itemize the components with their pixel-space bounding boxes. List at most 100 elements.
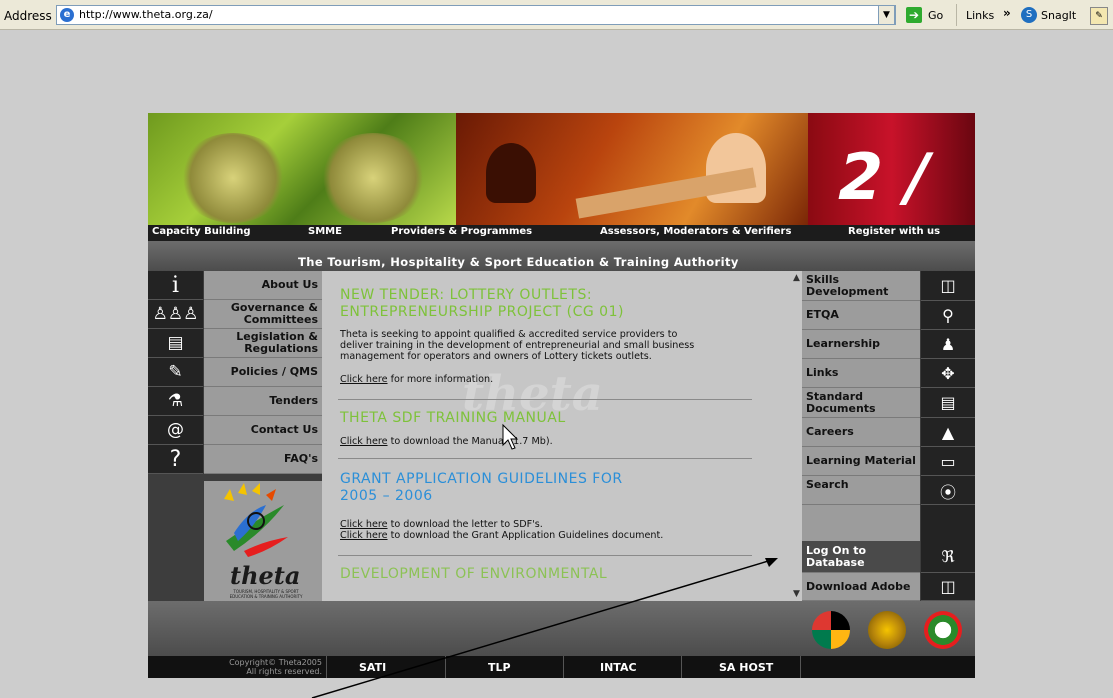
footer-link-sa-host[interactable]: SA HOST — [719, 661, 773, 674]
left-nav-policies[interactable]: ✎ Policies / QMS — [148, 358, 322, 387]
proudly-sa-icon[interactable] — [924, 611, 962, 649]
article-body: management for operators and owners of L… — [340, 351, 652, 362]
right-nav-download-adobe[interactable]: Download Adobe ◫ — [802, 573, 975, 601]
right-nav-skills-development[interactable]: Skills Development ◫ — [802, 271, 975, 301]
article-link-line: Click here to download the Manual (1.7 M… — [340, 436, 553, 447]
document-icon: ▤ — [921, 388, 975, 418]
right-nav-label: ETQA — [802, 301, 920, 330]
left-nav-about-us[interactable]: i About Us — [148, 271, 322, 300]
click-here-link[interactable]: Click here — [340, 519, 388, 530]
site-subtitle-bar: The Tourism, Hospitality & Sport Educati… — [148, 241, 975, 271]
article-body: deliver training in the development of e… — [340, 340, 695, 351]
left-nav-tenders[interactable]: ⚗ Tenders — [148, 387, 322, 416]
address-dropdown-icon[interactable]: ▼ — [878, 5, 895, 25]
left-nav-label: About Us — [204, 271, 322, 300]
right-nav-learnership[interactable]: Learnership ♟ — [802, 330, 975, 359]
address-url[interactable]: http://www.theta.org.za/ — [79, 8, 213, 21]
left-nav-label: Governance & Committees — [204, 300, 322, 329]
top-nav: Capacity Building SMME Providers & Progr… — [148, 225, 975, 241]
right-nav-standard-documents[interactable]: Standard Documents ▤ — [802, 388, 975, 418]
left-nav-legislation[interactable]: ▤ Legislation & Regulations — [148, 329, 322, 358]
address-label: Address — [4, 9, 52, 23]
footer-link-intac[interactable]: INTAC — [600, 661, 637, 674]
policy-icon: ✎ — [148, 358, 203, 387]
footer-divider — [681, 656, 682, 678]
topnav-smme[interactable]: SMME — [308, 226, 342, 237]
scroll-down-icon[interactable]: ▼ — [793, 589, 800, 599]
main-content: theta NEW TENDER: LOTTERY OUTLETS: ENTRE… — [322, 271, 802, 601]
divider — [338, 555, 752, 556]
tender-icon: ⚗ — [148, 387, 203, 416]
article-title: NEW TENDER: LOTTERY OUTLETS: — [340, 287, 593, 303]
copyright-line: Copyright© Theta2005 — [229, 658, 322, 667]
snagit-button[interactable]: SnagIt — [1041, 9, 1076, 22]
right-nav-etqa[interactable]: ETQA ⚲ — [802, 301, 975, 330]
article-link-line: Click here to download the letter to SDF… — [340, 519, 543, 530]
learner-icon: ♟ — [921, 330, 975, 359]
database-people-icon: ℜ — [921, 541, 975, 573]
address-bar: Address e http://www.theta.org.za/ ▼ ➔ G… — [0, 0, 1113, 30]
search-icon: ⦿ — [921, 476, 975, 505]
right-nav-label: Standard Documents — [802, 388, 920, 418]
article-title: 2005 – 2006 — [340, 488, 433, 504]
right-nav-log-on-database[interactable]: Log On to Database ℜ — [802, 541, 975, 573]
copyright: Copyright© Theta2005 All rights reserved… — [204, 658, 322, 676]
click-here-link[interactable]: Click here — [340, 530, 388, 541]
book-icon: ◫ — [921, 271, 975, 301]
footer-divider — [326, 656, 327, 678]
logo-subtext: TOURISM, HOSPITALITY & SPORT EDUCATION &… — [229, 589, 303, 599]
left-nav-contact-us[interactable]: @ Contact Us — [148, 416, 322, 445]
right-nav: Skills Development ◫ ETQA ⚲ Learnership … — [802, 271, 975, 601]
left-nav-label: Contact Us — [204, 416, 322, 445]
left-nav-label: Legislation & Regulations — [204, 329, 322, 358]
theta-logo[interactable]: theta TOURISM, HOSPITALITY & SPORT EDUCA… — [204, 481, 322, 601]
topnav-providers[interactable]: Providers & Programmes — [391, 226, 532, 237]
links-button[interactable]: Links — [966, 9, 994, 22]
theta-website: 2 / Capacity Building SMME Providers & P… — [148, 113, 975, 678]
content-scrollbar[interactable]: ▲ ▼ — [792, 271, 802, 601]
article-title: ENTREPRENEURSHIP PROJECT (CG 01) — [340, 304, 624, 320]
footer-link-tlp[interactable]: TLP — [488, 661, 511, 674]
links-chevron-icon[interactable]: » — [1003, 6, 1011, 20]
article-link-line: Click here for more information. — [340, 374, 493, 385]
left-nav-faqs[interactable]: ? FAQ's — [148, 445, 322, 474]
right-nav-learning-material[interactable]: Learning Material ▭ — [802, 447, 975, 476]
coat-of-arms-icon[interactable] — [868, 611, 906, 649]
sa-flag-emblem-icon[interactable] — [812, 611, 850, 649]
snagit-capture-icon[interactable]: ✎ — [1090, 7, 1108, 25]
left-nav-label: Tenders — [204, 387, 322, 416]
go-button[interactable]: Go — [928, 9, 943, 22]
footer-divider — [563, 656, 564, 678]
left-nav: i About Us ♙♙♙ Governance & Committees ▤… — [148, 271, 322, 601]
topnav-register[interactable]: Register with us — [848, 226, 940, 237]
logo-text: theta — [230, 561, 301, 590]
banner-cheetah-image — [148, 113, 456, 225]
right-nav-search[interactable]: Search ⦿ — [802, 476, 975, 505]
banner-sport-image: 2 / — [808, 113, 975, 225]
go-arrow-icon[interactable]: ➔ — [906, 7, 922, 23]
left-nav-label: Policies / QMS — [204, 358, 322, 387]
link-suffix: to download the Manual (1.7 Mb). — [387, 436, 553, 447]
click-here-link[interactable]: Click here — [340, 374, 388, 385]
ie-page-icon: e — [60, 8, 74, 22]
scroll-up-icon[interactable]: ▲ — [793, 273, 800, 283]
click-here-link[interactable]: Click here — [340, 436, 388, 447]
footer-divider — [445, 656, 446, 678]
footer-link-sati[interactable]: SATI — [359, 661, 386, 674]
monitor-icon: ▭ — [921, 447, 975, 476]
award-icon: ⚲ — [921, 301, 975, 330]
address-input[interactable]: e http://www.theta.org.za/ — [56, 5, 896, 25]
info-icon: i — [148, 271, 203, 300]
right-nav-careers[interactable]: Careers ▲ — [802, 418, 975, 447]
topnav-assessors[interactable]: Assessors, Moderators & Verifiers — [600, 226, 791, 237]
footer-divider — [800, 656, 801, 678]
right-nav-links[interactable]: Links ✥ — [802, 359, 975, 388]
topnav-capacity-building[interactable]: Capacity Building — [152, 226, 251, 237]
article-body: Theta is seeking to appoint qualified & … — [340, 329, 678, 340]
right-nav-label: Learnership — [802, 330, 920, 359]
article-title: THETA SDF TRAINING MANUAL — [340, 410, 566, 426]
left-nav-governance[interactable]: ♙♙♙ Governance & Committees — [148, 300, 322, 329]
people-icon: ♙♙♙ — [148, 300, 203, 329]
divider — [338, 458, 752, 459]
snagit-icon[interactable]: S — [1021, 7, 1037, 23]
